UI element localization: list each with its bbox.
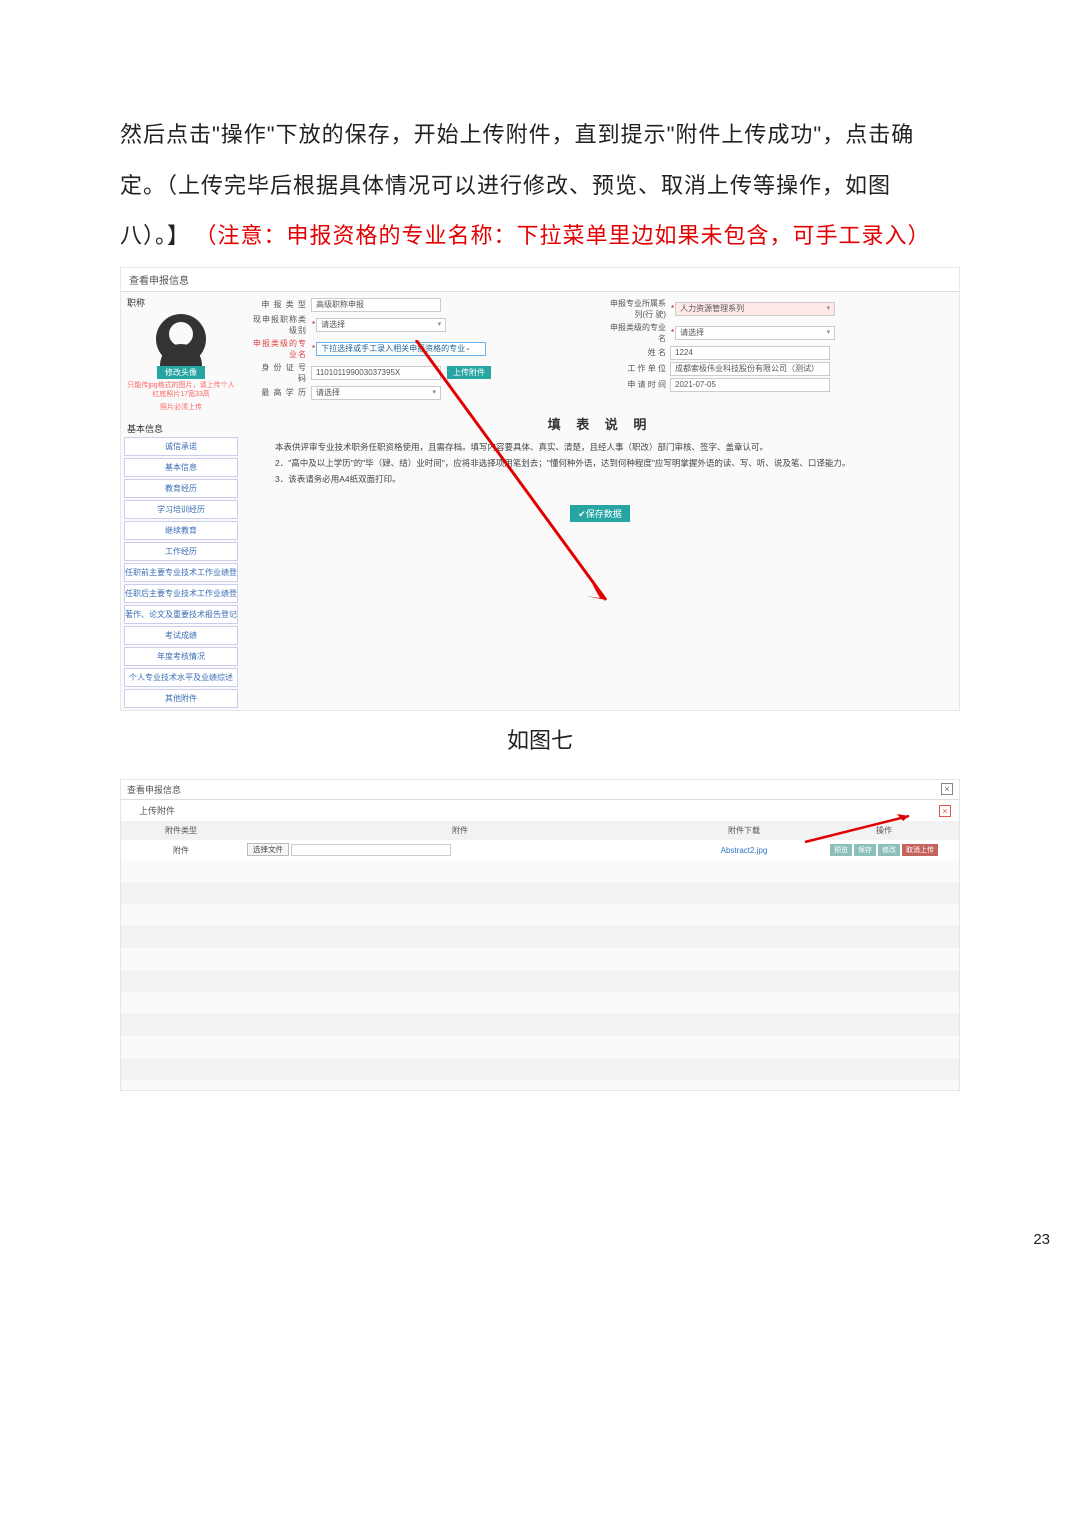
sidebar: 职称 修改头像 只能传jpg格式的图片，请上传个人红底照片17宽33高 照片必须… — [121, 292, 241, 710]
empty-rows — [121, 860, 959, 1090]
figure-7-screenshot: 查看申报信息 职称 修改头像 只能传jpg格式的图片，请上传个人红底照片17宽3… — [120, 267, 960, 711]
sidebar-item[interactable]: 任职后主要专业技术工作业绩登 — [124, 584, 238, 603]
figure-caption: 如图七 — [120, 723, 960, 755]
name-field: 1224 — [670, 346, 830, 360]
upload-section-label: 上传附件 — [129, 804, 175, 817]
instruction-paragraph: 然后点击"操作"下放的保存，开始上传附件，直到提示"附件上传成功"，点击确定。（… — [120, 110, 960, 262]
chevron-down-icon: ▾ — [827, 302, 831, 316]
download-link[interactable]: Abstract2.jpg — [721, 846, 768, 855]
sidebar-item[interactable]: 著作、论文及重要技术报告登记 — [124, 605, 238, 624]
sidebar-item[interactable]: 工作经历 — [124, 542, 238, 561]
series-select[interactable]: 人力资源管理系列▾ — [675, 302, 835, 316]
chevron-down-icon: ▾ — [432, 386, 436, 400]
modify-button[interactable]: 修改 — [878, 844, 900, 856]
cancel-upload-button[interactable]: 取消上传 — [902, 844, 938, 856]
page-number: 23 — [0, 1141, 1080, 1248]
main-panel: 申 报 类 型高级职称申报 现申报职称类级别*请选择▾ 申报类级的专业名*下拉选… — [241, 292, 959, 710]
sidebar-item[interactable]: 诚信承诺 — [124, 437, 238, 456]
chevron-down-icon: ▾ — [438, 318, 442, 332]
preview-button[interactable]: 预览 — [830, 844, 852, 856]
sidebar-item[interactable]: 任职前主要专业技术工作业绩登 — [124, 563, 238, 582]
apply-type-value: 高级职称申报 — [311, 298, 441, 312]
sidebar-item[interactable]: 其他附件 — [124, 689, 238, 708]
file-path-field[interactable] — [291, 844, 451, 856]
chevron-down-icon: ⌄ — [465, 342, 471, 356]
current-level-select[interactable]: 请选择▾ — [316, 318, 446, 332]
close-icon[interactable]: × — [939, 805, 951, 817]
specialty-name-select[interactable]: 下拉选择或手工录入相关申报资格的专业⌄ — [316, 342, 486, 356]
choose-file-button[interactable]: 选择文件 — [247, 843, 289, 856]
window-title: 查看申报信息 — [127, 783, 181, 796]
window-title: 查看申报信息 — [121, 268, 959, 292]
sidebar-item[interactable]: 学习培训经历 — [124, 500, 238, 519]
unit-field: 成都索极伟业科技股份有限公司（测试） — [670, 362, 830, 376]
sidebar-item[interactable]: 年度考核情况 — [124, 647, 238, 666]
save-button[interactable]: 保存 — [854, 844, 876, 856]
attachment-table: 附件类型 附件 附件下载 操作 附件 选择文件 Abstract2.jpg 预览… — [121, 821, 959, 1090]
change-avatar-button[interactable]: 修改头像 — [157, 366, 205, 379]
close-icon[interactable]: × — [941, 783, 953, 795]
education-select[interactable]: 请选择▾ — [311, 386, 441, 400]
sidebar-item[interactable]: 基本信息 — [124, 458, 238, 477]
sidebar-item[interactable]: 教育经历 — [124, 479, 238, 498]
date-field: 2021-07-05 — [670, 378, 830, 392]
sidebar-item[interactable]: 考试成绩 — [124, 626, 238, 645]
upload-attachment-button[interactable]: 上传附件 — [447, 366, 491, 379]
row-operations: 预览保存修改取消上传 — [809, 840, 959, 860]
table-row-type: 附件 — [121, 841, 241, 860]
instruction-title: 填 表 说 明 — [251, 414, 949, 433]
figure-8-screenshot: 查看申报信息 × 上传附件 × 附件类型 附件 附件下载 操作 附件 选择文件 … — [120, 779, 960, 1091]
save-data-button[interactable]: ✔保存数据 — [570, 505, 630, 522]
avatar-icon — [156, 314, 206, 364]
sidebar-item[interactable]: 个人专业技术水平及业绩综述 — [124, 668, 238, 687]
specialty-level-select[interactable]: 请选择▾ — [675, 326, 835, 340]
id-field: 110101199003037395X — [311, 366, 441, 380]
sidebar-item[interactable]: 继续教育 — [124, 521, 238, 540]
chevron-down-icon: ▾ — [827, 326, 831, 340]
